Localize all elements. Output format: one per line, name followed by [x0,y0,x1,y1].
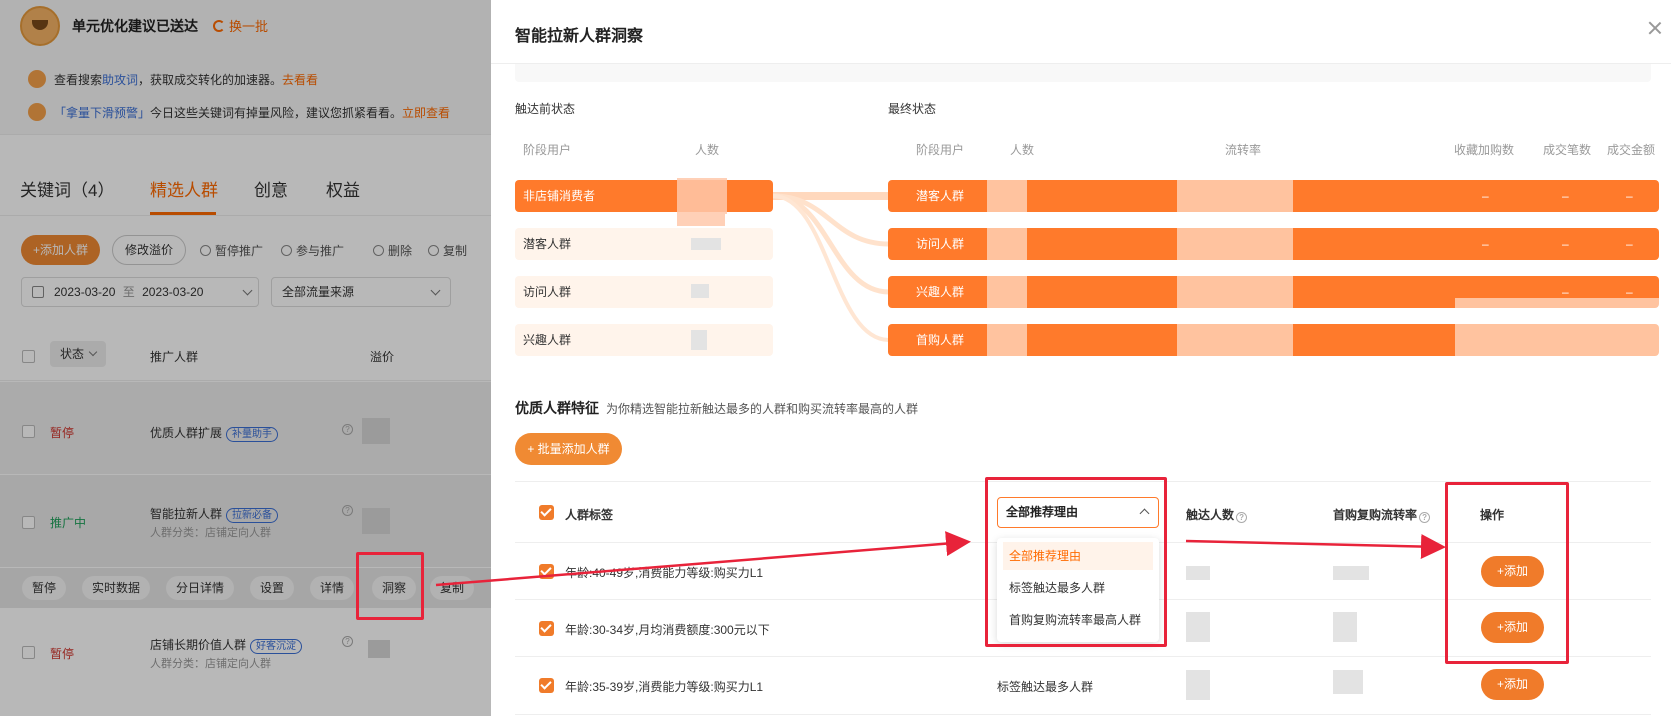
feature-title: 优质人群特征 [515,400,599,416]
blurred-value [1186,670,1210,700]
final-orders-header: 成交笔数 [1543,143,1592,157]
select-all-checkbox[interactable] [539,505,554,520]
row-checkbox[interactable] [539,564,554,579]
row-checkbox[interactable] [539,621,554,636]
pre-state-label: 触达前状态 [515,102,576,116]
pre-count-header: 人数 [695,143,720,157]
crowd-label: 年龄:35-39岁,消费能力等级:购买力L1 [565,680,764,694]
label-column-header: 人群标签 [565,508,614,522]
drawer-top-strip [515,64,1651,82]
insight-drawer: 智能拉新人群洞察 触达前状态 最终状态 阶段用户 人数 阶段用户 人数 流转率 … [491,0,1671,716]
pre-row-interest: 兴趣人群 [515,324,773,356]
blurred-value [1186,612,1210,642]
crowd-label: 年龄:30-34岁,月均消费额度:300元以下 [565,623,770,637]
help-icon: ? [1419,512,1431,523]
row-checkbox[interactable] [539,678,554,693]
batch-add-button[interactable]: + 批量添加人群 [515,433,622,465]
blurred-value [677,214,725,226]
blurred-rate [1177,178,1293,358]
flow-ribbons [773,192,889,342]
blurred-metrics [1455,298,1661,358]
annotation-box-insight [356,552,424,620]
orders-value: – [1562,237,1569,251]
amount-value: – [1626,189,1633,203]
annotation-box-dropdown [985,477,1167,647]
help-icon: ? [1236,512,1248,523]
blurred-value [1333,670,1363,694]
orders-value: – [1562,189,1569,203]
reach-column-header: 触达人数? [1186,506,1248,523]
blurred-count [987,178,1027,358]
final-count-header: 人数 [1010,143,1035,157]
blurred-value [677,178,727,214]
table-divider [515,714,1651,715]
pre-row-potential: 潜客人群 [515,228,773,260]
pre-stage-header: 阶段用户 [523,143,572,157]
blurred-value [691,284,709,298]
pre-row-visit: 访问人群 [515,276,773,308]
annotation-box-operations [1445,482,1569,664]
drawer-title: 智能拉新人群洞察 [515,28,644,45]
feature-description: 为你精选智能拉新触达最多的人群和购买流转率最高的人群 [606,402,919,416]
fav-value: – [1482,189,1489,203]
blurred-value [691,330,707,350]
crowd-label: 年龄:40-49岁,消费能力等级:购买力L1 [565,566,764,580]
final-stage-header: 阶段用户 [916,143,965,157]
final-amount-header: 成交金额 [1607,143,1656,157]
final-rate-header: 流转率 [1225,143,1262,157]
pre-row-non-shop: 非店铺消费者 [515,180,773,212]
rate-column-header: 首购复购流转率? [1333,506,1431,523]
recommend-reason: 标签触达最多人群 [997,680,1094,694]
final-fav-header: 收藏加购数 [1454,143,1515,157]
close-icon[interactable] [1647,20,1663,36]
add-crowd-button[interactable]: +添加 [1481,669,1544,700]
blurred-value [691,238,721,250]
final-state-label: 最终状态 [888,102,937,116]
blurred-value [1186,566,1210,580]
blurred-value [1333,566,1369,580]
fav-value: – [1482,237,1489,251]
amount-value: – [1626,237,1633,251]
blurred-value [1333,612,1357,642]
